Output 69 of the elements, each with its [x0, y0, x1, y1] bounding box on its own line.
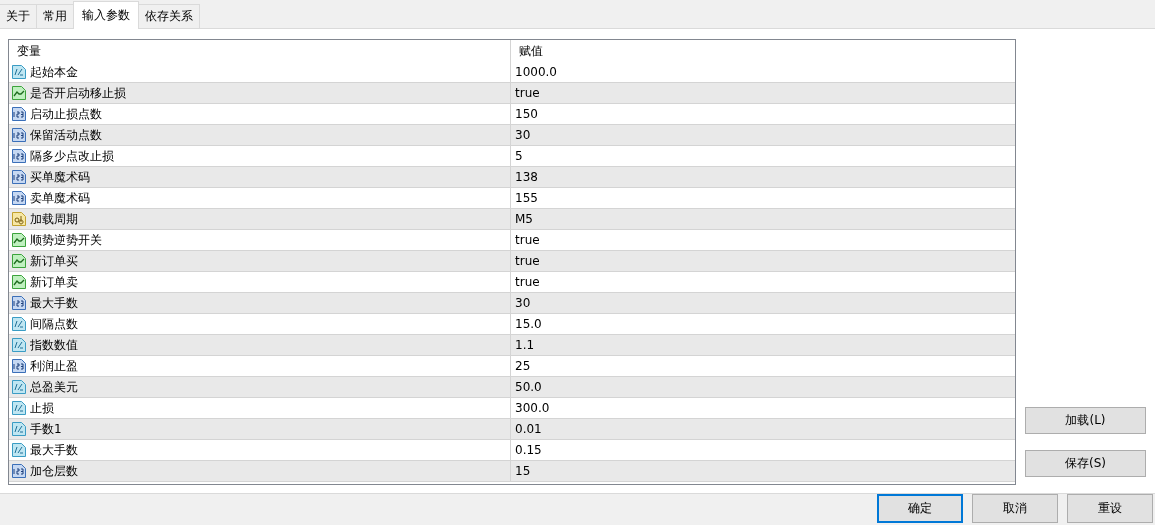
parameter-value[interactable]: 50.0 [511, 377, 1015, 397]
parameter-name: 止损 [30, 399, 54, 417]
parameter-name: 卖单魔术码 [30, 189, 90, 207]
decimal-type-icon [11, 316, 27, 332]
parameter-value[interactable]: 30 [511, 293, 1015, 313]
column-header: 赋值 [518, 42, 544, 60]
parameter-name: 指数数值 [30, 336, 78, 354]
parameter-value[interactable]: 150 [511, 104, 1015, 124]
dialog-button[interactable]: 取消 [972, 494, 1058, 523]
parameter-value[interactable]: true [511, 83, 1015, 103]
parameter-name: 最大手数 [30, 294, 78, 312]
parameter-value[interactable]: true [511, 251, 1015, 271]
parameter-value[interactable]: 0.01 [511, 419, 1015, 439]
parameter-name: 启动止损点数 [30, 105, 102, 123]
parameter-value[interactable]: 15.0 [511, 314, 1015, 334]
tab[interactable]: 输入参数 [73, 1, 139, 29]
decimal-type-icon [11, 64, 27, 80]
parameter-name: 买单魔术码 [30, 168, 90, 186]
integer-type-icon [11, 295, 27, 311]
text-type-icon [11, 211, 27, 227]
integer-type-icon [11, 190, 27, 206]
parameter-name: 利润止盈 [30, 357, 78, 375]
tab[interactable]: 依存关系 [138, 4, 200, 28]
column-header: 变量 [9, 40, 511, 62]
parameter-name: 保留活动点数 [30, 126, 102, 144]
integer-type-icon [11, 106, 27, 122]
boolean-type-icon [11, 253, 27, 269]
dialog-button[interactable]: 重设 [1067, 494, 1153, 523]
parameter-name: 加仓层数 [30, 462, 78, 480]
dialog-button[interactable]: 加载(L) [1025, 407, 1146, 434]
parameter-name: 起始本金 [30, 63, 78, 81]
parameter-name: 最大手数 [30, 441, 78, 459]
boolean-type-icon [11, 232, 27, 248]
boolean-type-icon [11, 274, 27, 290]
parameter-value[interactable]: 300.0 [511, 398, 1015, 418]
parameter-name: 新订单买 [30, 252, 78, 270]
parameter-value[interactable]: 138 [511, 167, 1015, 187]
parameter-name: 隔多少点改止损 [30, 147, 114, 165]
parameter-value[interactable]: true [511, 230, 1015, 250]
parameter-name: 总盈美元 [30, 378, 78, 396]
parameter-value[interactable]: 1.1 [511, 335, 1015, 355]
parameter-name: 新订单卖 [30, 273, 78, 291]
parameter-value[interactable]: 15 [511, 461, 1015, 481]
integer-type-icon [11, 358, 27, 374]
parameter-name: 顺势逆势开关 [30, 231, 102, 249]
parameter-name: 加载周期 [30, 210, 78, 228]
integer-type-icon [11, 148, 27, 164]
parameter-value[interactable]: M5 [511, 209, 1015, 229]
parameter-value[interactable]: 30 [511, 125, 1015, 145]
parameter-value[interactable]: true [511, 272, 1015, 292]
parameter-value[interactable]: 155 [511, 188, 1015, 208]
decimal-type-icon [11, 379, 27, 395]
integer-type-icon [11, 169, 27, 185]
parameter-value[interactable]: 0.15 [511, 440, 1015, 460]
decimal-type-icon [11, 421, 27, 437]
integer-type-icon [11, 127, 27, 143]
boolean-type-icon [11, 85, 27, 101]
decimal-type-icon [11, 442, 27, 458]
parameter-name: 间隔点数 [30, 315, 78, 333]
parameter-value[interactable]: 25 [511, 356, 1015, 376]
parameter-name: 手数1 [30, 420, 62, 438]
parameter-name: 是否开启动移止损 [30, 84, 126, 102]
parameter-value[interactable]: 5 [511, 146, 1015, 166]
dialog-button[interactable]: 保存(S) [1025, 450, 1146, 477]
parameter-value[interactable]: 1000.0 [511, 62, 1015, 82]
decimal-type-icon [11, 337, 27, 353]
dialog-button[interactable]: 确定 [877, 494, 963, 523]
integer-type-icon [11, 463, 27, 479]
decimal-type-icon [11, 400, 27, 416]
